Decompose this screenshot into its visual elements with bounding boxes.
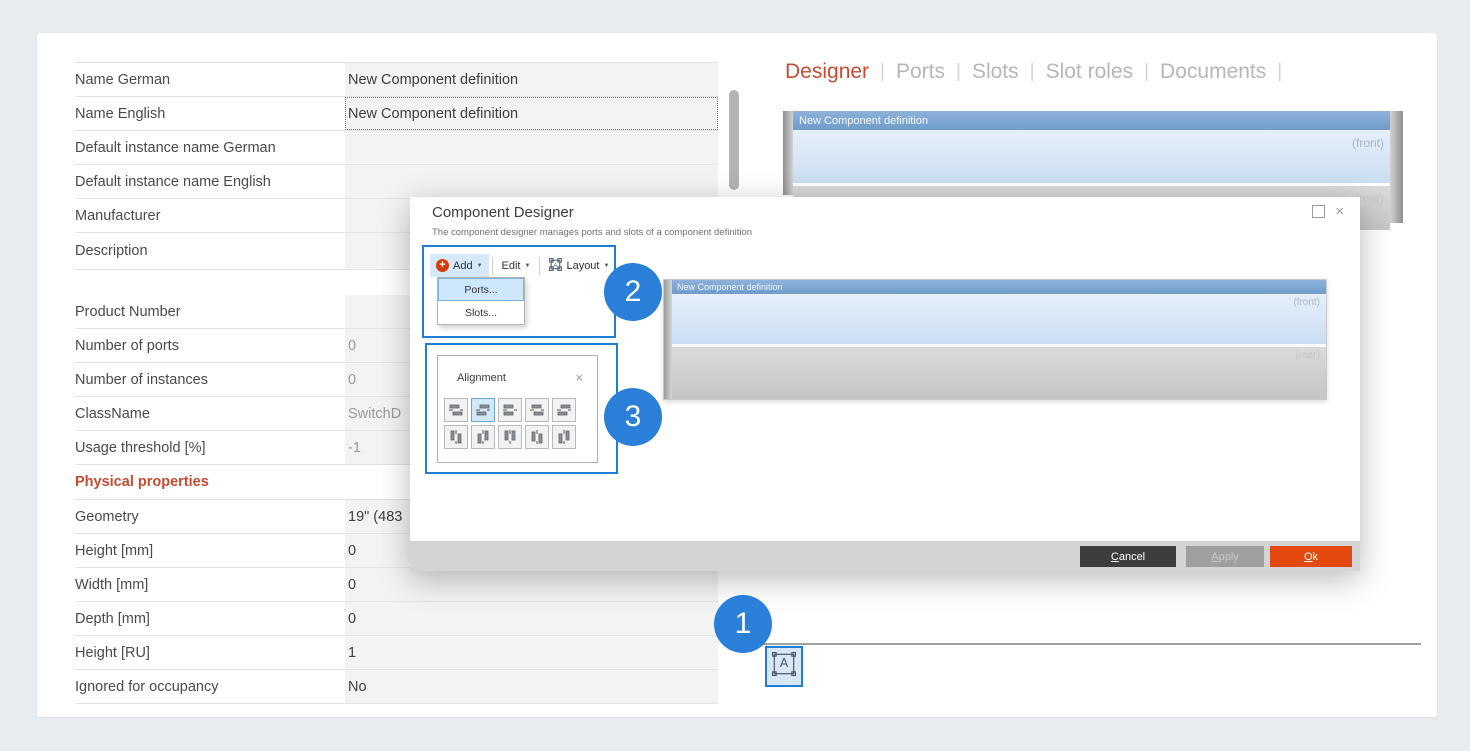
tab-designer[interactable]: Designer (785, 60, 869, 84)
property-row: Name EnglishNew Component definition (75, 97, 718, 131)
property-label: Description (75, 243, 345, 259)
property-row: Default instance name English (75, 165, 718, 199)
dialog-rack-preview: New Component definition (front) (rear) (663, 279, 1327, 400)
dialog-footer: Cancel Apply Ok (410, 541, 1360, 571)
property-label: Height [RU] (75, 645, 345, 661)
tab-separator: | (1277, 61, 1282, 83)
close-icon[interactable]: × (1335, 206, 1344, 217)
property-value[interactable]: New Component definition (345, 97, 718, 130)
vertical-scrollbar-thumb[interactable] (729, 90, 739, 190)
property-row: Depth [mm]0 (75, 602, 718, 636)
apply-button[interactable]: Apply (1186, 546, 1264, 567)
rack-rail-right (1390, 111, 1403, 223)
property-label: Manufacturer (75, 208, 345, 224)
rack-title-bar: New Component definition (672, 280, 1326, 294)
rack-rail-left (783, 111, 793, 195)
tab-separator: | (1030, 61, 1035, 83)
property-value[interactable]: New Component definition (345, 63, 718, 96)
property-label: Depth [mm] (75, 611, 345, 627)
rack-rear-section[interactable]: (rear) (672, 347, 1326, 399)
step-badge-1: 1 (714, 595, 772, 653)
property-value[interactable] (345, 131, 718, 164)
layout-frame-icon: A (772, 652, 796, 681)
rack-body: New Component definition (front) (rear) (672, 280, 1326, 399)
application-window: Name GermanNew Component definitionName … (0, 0, 1470, 751)
tab-separator: | (1144, 61, 1149, 83)
property-value[interactable]: 1 (345, 636, 718, 669)
property-value[interactable] (345, 165, 718, 198)
property-label: Default instance name English (75, 174, 345, 190)
property-label: Number of ports (75, 338, 345, 354)
property-label: Ignored for occupancy (75, 679, 345, 695)
dialog-title: Component Designer (432, 204, 574, 221)
tab-slots[interactable]: Slots (972, 60, 1019, 84)
property-row: Width [mm]0 (75, 568, 718, 602)
step-badge-2: 2 (604, 263, 662, 321)
property-value[interactable]: 0 (345, 602, 718, 635)
tab-bar: Designer | Ports | Slots | Slot roles | Document… (785, 58, 1293, 86)
property-row: Ignored for occupancyNo (75, 670, 718, 704)
step-badge-3: 3 (604, 388, 662, 446)
ok-button[interactable]: Ok (1270, 546, 1352, 567)
svg-text:A: A (780, 656, 789, 670)
callout-rectangle-3 (425, 343, 618, 474)
rack-front-section[interactable]: (front) (793, 130, 1390, 183)
rack-title-bar: New Component definition (793, 111, 1390, 130)
tab-ports[interactable]: Ports (896, 60, 945, 84)
dialog-window-controls: × (1312, 205, 1344, 218)
property-label: Usage threshold [%] (75, 440, 345, 456)
property-label: Name English (75, 106, 345, 122)
layout-tool-button[interactable]: A (765, 646, 803, 687)
rack-front-section[interactable]: (front) (672, 294, 1326, 344)
property-row: Name GermanNew Component definition (75, 63, 718, 97)
dialog-subtitle: The component designer manages ports and… (432, 227, 752, 238)
maximize-icon[interactable] (1312, 205, 1325, 218)
tab-documents[interactable]: Documents (1160, 60, 1266, 84)
property-label: ClassName (75, 406, 345, 422)
rack-rail-left (664, 280, 672, 399)
property-label: Height [mm] (75, 543, 345, 559)
property-label: Default instance name German (75, 140, 345, 156)
property-label: Geometry (75, 509, 345, 525)
property-row: Height [RU]1 (75, 636, 718, 670)
cancel-button[interactable]: Cancel (1080, 546, 1176, 567)
horizontal-divider (763, 643, 1421, 645)
property-label: Product Number (75, 304, 345, 320)
tab-separator: | (956, 61, 961, 83)
property-label: Number of instances (75, 372, 345, 388)
property-row: Default instance name German (75, 131, 718, 165)
property-label: Width [mm] (75, 577, 345, 593)
tab-slot-roles[interactable]: Slot roles (1046, 60, 1134, 84)
property-value[interactable]: No (345, 670, 718, 703)
callout-rectangle-2 (422, 245, 616, 338)
property-label: Name German (75, 72, 345, 88)
tab-separator: | (880, 61, 885, 83)
property-value[interactable]: 0 (345, 568, 718, 601)
